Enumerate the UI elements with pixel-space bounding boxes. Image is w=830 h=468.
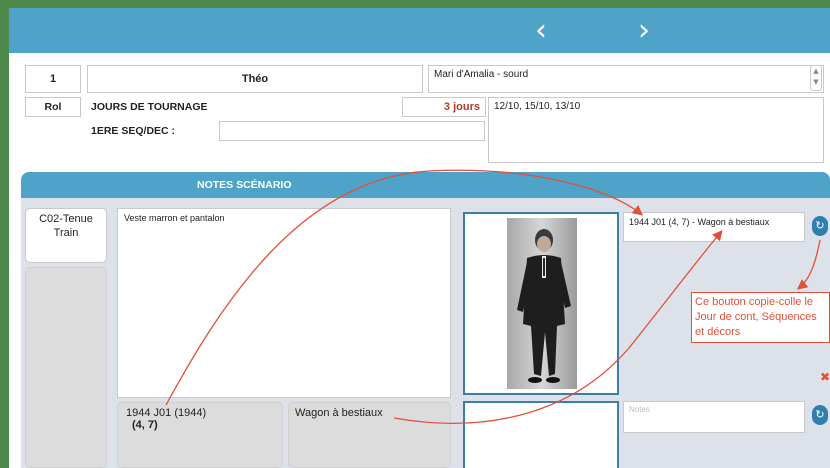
costume-description-field[interactable]: Veste marron et pantalon [117,208,451,398]
day-info-field[interactable]: 1944 J01 (1944) (4, 7) [117,402,283,468]
costume-photo-frame[interactable] [463,212,619,395]
shooting-days-count: 3 jours [402,97,486,117]
top-nav-bar: ‹ › [9,8,830,53]
description-scroll-arrows[interactable]: ▲ ▼ [810,65,822,91]
decor-field[interactable]: Wagon à bestiaux [288,402,451,468]
costume-sidebar-panel [25,267,107,468]
shooting-days-label: JOURS DE TOURNAGE [91,101,208,113]
app-window: ‹ › 1 Théo Mari d'Amalia - sourd ▲ ▼ Rol … [9,8,830,468]
notes-section-title: NOTES SCÉNARIO [197,179,292,191]
decor-text: Wagon à bestiaux [295,407,383,419]
costume-photo [507,218,577,389]
notes-section-header: NOTES SCÉNARIO [21,172,830,198]
shooting-dates-text: 12/10, 15/10, 13/10 [494,101,581,112]
role-number[interactable]: 1 [25,65,81,93]
next-record-icon[interactable]: › [627,14,661,48]
role-description-text: Mari d'Amalia - sourd [434,69,529,80]
notes-refresh-icon[interactable]: ↻ [812,405,828,425]
copy-paste-refresh-icon[interactable]: ↻ [812,216,828,236]
copied-info-field[interactable]: 1944 J01 (4, 7) - Wagon à bestiaux [623,212,805,242]
costume-code-field[interactable]: C02-Tenue Train [25,208,107,263]
delete-icon[interactable]: ✖ [820,370,830,384]
second-photo-frame[interactable] [463,401,619,468]
annotation-note: Ce bouton copie-colle le Jour de cont, S… [691,292,830,343]
first-seq-label: 1ERE SEQ/DEC : [91,125,176,137]
sequences-text: (4, 7) [132,419,158,431]
role-type-label: Rol [25,97,81,117]
shooting-dates-field[interactable]: 12/10, 15/10, 13/10 [488,97,824,163]
notes-placeholder-text: Notes [629,405,650,414]
role-name-field[interactable]: Théo [87,65,423,93]
day-info-text: 1944 J01 (1944) [126,407,207,419]
notes-field[interactable]: Notes [623,401,805,433]
costume-description-text: Veste marron et pantalon [124,213,225,223]
first-seq-field[interactable] [219,121,485,141]
role-description-field[interactable]: Mari d'Amalia - sourd [428,65,824,93]
copied-info-text: 1944 J01 (4, 7) - Wagon à bestiaux [629,217,770,227]
previous-record-icon[interactable]: ‹ [524,14,558,48]
